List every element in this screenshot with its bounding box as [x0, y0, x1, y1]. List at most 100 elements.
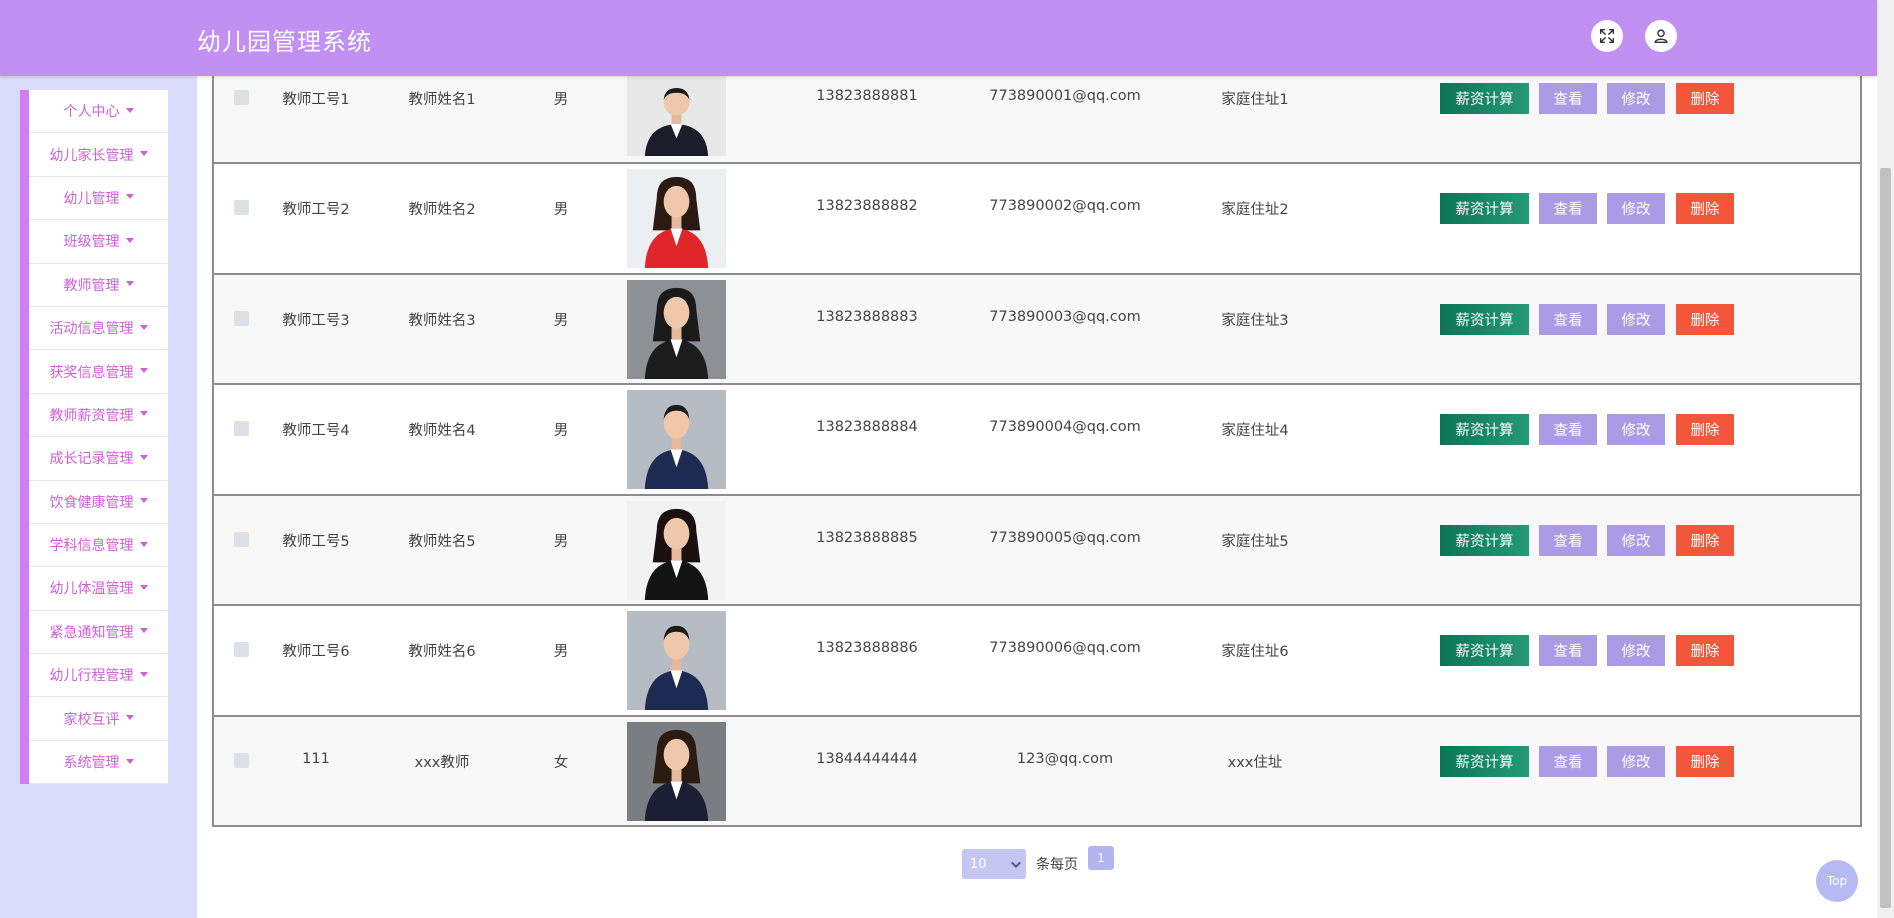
- row-checkbox[interactable]: [234, 752, 249, 768]
- caret-down-icon: [139, 454, 148, 460]
- caret-down-icon: [139, 368, 148, 374]
- caret-down-icon: [139, 411, 148, 417]
- salary-button[interactable]: 薪资计算: [1440, 635, 1529, 666]
- sidebar-item[interactable]: 活动信息管理: [29, 306, 168, 351]
- sidebar-item-label: 幼儿管理: [63, 190, 120, 207]
- edit-button[interactable]: 修改: [1607, 745, 1665, 777]
- view-button[interactable]: 查看: [1539, 193, 1597, 224]
- sidebar-item[interactable]: 幼儿管理: [29, 176, 168, 221]
- sidebar-item-label: 成长记录管理: [49, 451, 134, 468]
- cell-id: 教师工号1: [282, 91, 350, 108]
- salary-button[interactable]: 薪资计算: [1440, 303, 1529, 335]
- sidebar-item-label: 饮食健康管理: [49, 494, 134, 511]
- caret-down-icon: [139, 151, 148, 157]
- cell-gender: 男: [553, 533, 569, 550]
- sidebar-item[interactable]: 学科信息管理: [29, 523, 168, 568]
- teacher-photo: [627, 76, 726, 156]
- sidebar-item[interactable]: 饮食健康管理: [29, 480, 168, 524]
- edit-button[interactable]: 修改: [1607, 524, 1665, 556]
- view-button[interactable]: 查看: [1539, 414, 1597, 445]
- fullscreen-button[interactable]: [1591, 20, 1623, 52]
- caret-down-icon: [125, 281, 134, 287]
- sidebar-item[interactable]: 幼儿体温管理: [29, 567, 168, 611]
- teacher-table: 教师工号1 教师姓名1 男 13823888881 773890001@qq.com 家庭…: [212, 76, 1862, 827]
- sidebar: 个人中心幼儿家长管理 幼儿管理班级管理教师管理 活动信息管理获奖信息管理教师薪资管理…: [0, 76, 197, 918]
- cell-address: 家庭住址6: [1221, 644, 1289, 660]
- page-size-select[interactable]: 10: [962, 849, 1026, 879]
- edit-button[interactable]: 修改: [1607, 635, 1665, 666]
- edit-button[interactable]: 修改: [1607, 303, 1665, 335]
- row-checkbox[interactable]: [234, 310, 249, 326]
- salary-button[interactable]: 薪资计算: [1440, 524, 1529, 556]
- view-button[interactable]: 查看: [1539, 524, 1597, 556]
- main-content: 教师工号1 教师姓名1 男 13823888881 773890001@qq.com 家庭…: [197, 76, 1877, 918]
- user-button[interactable]: [1645, 20, 1677, 52]
- edit-button[interactable]: 修改: [1607, 82, 1665, 114]
- sidebar-item[interactable]: 幼儿行程管理: [29, 654, 168, 698]
- sidebar-item-label: 班级管理: [63, 234, 120, 251]
- sidebar-item[interactable]: 幼儿家长管理: [29, 133, 168, 177]
- sidebar-item-label: 幼儿行程管理: [49, 668, 134, 685]
- page-number-button[interactable]: 1: [1088, 846, 1114, 870]
- sidebar-item[interactable]: 教师管理: [29, 263, 168, 307]
- sidebar-item-label: 幼儿体温管理: [49, 581, 134, 598]
- sidebar-item[interactable]: 家校互评: [29, 697, 168, 741]
- teacher-photo: [627, 500, 726, 600]
- row-checkbox[interactable]: [234, 200, 249, 215]
- caret-down-icon: [125, 107, 134, 113]
- delete-button[interactable]: 删除: [1676, 82, 1734, 114]
- edit-button[interactable]: 修改: [1607, 193, 1665, 224]
- row-checkbox[interactable]: [234, 642, 249, 657]
- delete-button[interactable]: 删除: [1676, 414, 1734, 445]
- cell-name: 教师姓名3: [408, 312, 476, 329]
- delete-button[interactable]: 删除: [1676, 524, 1734, 556]
- caret-down-icon: [139, 498, 148, 504]
- edit-button[interactable]: 修改: [1607, 414, 1665, 445]
- row-checkbox[interactable]: [234, 531, 249, 547]
- sidebar-item-label: 幼儿家长管理: [49, 147, 134, 164]
- cell-phone: 13823888886: [816, 640, 918, 656]
- scrollbar-thumb[interactable]: [1880, 168, 1891, 908]
- cell-phone: 13823888882: [816, 198, 918, 214]
- row-checkbox[interactable]: [234, 421, 249, 436]
- salary-button[interactable]: 薪资计算: [1440, 82, 1529, 114]
- delete-button[interactable]: 删除: [1676, 303, 1734, 335]
- pagination: 10 条每页 1: [962, 846, 1114, 879]
- caret-down-icon: [139, 324, 148, 330]
- cell-email: 773890003@qq.com: [989, 308, 1141, 325]
- sidebar-item[interactable]: 成长记录管理: [29, 437, 168, 481]
- table-row: 教师工号4 教师姓名4 男 13823888884 773890004@qq.com 家庭…: [212, 385, 1862, 496]
- delete-button[interactable]: 删除: [1676, 745, 1734, 777]
- cell-email: 773890005@qq.com: [989, 529, 1141, 546]
- caret-down-icon: [139, 628, 148, 634]
- caret-down-icon: [139, 671, 148, 677]
- sidebar-item[interactable]: 系统管理: [29, 740, 168, 785]
- sidebar-item-label: 紧急通知管理: [49, 624, 134, 641]
- cell-gender: 男: [553, 202, 569, 218]
- sidebar-item-label: 家校互评: [63, 711, 120, 728]
- view-button[interactable]: 查看: [1539, 303, 1597, 335]
- sidebar-item[interactable]: 教师薪资管理: [29, 393, 168, 438]
- salary-button[interactable]: 薪资计算: [1440, 745, 1529, 777]
- sidebar-item[interactable]: 紧急通知管理: [29, 610, 168, 655]
- view-button[interactable]: 查看: [1539, 82, 1597, 114]
- cell-phone: 13823888881: [816, 87, 918, 104]
- sidebar-item[interactable]: 个人中心: [29, 90, 168, 134]
- view-button[interactable]: 查看: [1539, 745, 1597, 777]
- salary-button[interactable]: 薪资计算: [1440, 414, 1529, 445]
- table-row: 教师工号1 教师姓名1 男 13823888881 773890001@qq.com 家庭…: [212, 76, 1862, 164]
- cell-name: 教师姓名1: [408, 91, 476, 108]
- sidebar-item[interactable]: 班级管理: [29, 220, 168, 264]
- back-to-top-button[interactable]: Top: [1816, 860, 1858, 902]
- delete-button[interactable]: 删除: [1676, 193, 1734, 224]
- sidebar-item-label: 获奖信息管理: [49, 364, 134, 381]
- delete-button[interactable]: 删除: [1676, 635, 1734, 666]
- sidebar-item[interactable]: 获奖信息管理: [29, 350, 168, 394]
- salary-button[interactable]: 薪资计算: [1440, 193, 1529, 224]
- row-checkbox[interactable]: [234, 89, 249, 105]
- view-button[interactable]: 查看: [1539, 635, 1597, 666]
- cell-name: 教师姓名4: [408, 423, 476, 439]
- cell-phone: 13823888883: [816, 308, 918, 325]
- teacher-photo: [627, 721, 726, 821]
- scrollbar[interactable]: [1877, 0, 1894, 918]
